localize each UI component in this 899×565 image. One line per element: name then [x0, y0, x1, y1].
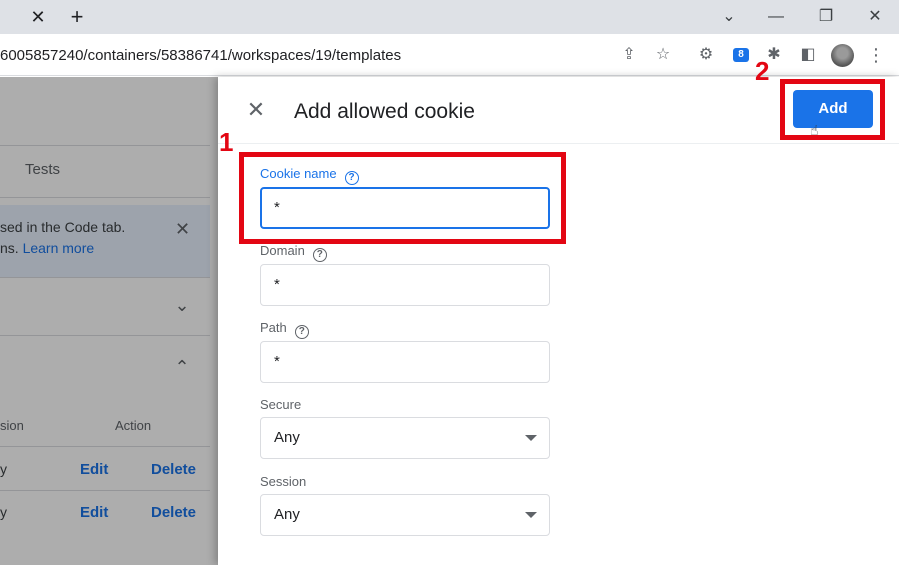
session-select-value: Any [274, 506, 300, 523]
session-select[interactable]: Any [260, 494, 550, 536]
close-tab-icon[interactable]: ✕ [28, 7, 48, 27]
session-label: Session [260, 474, 307, 489]
new-tab-icon[interactable]: + [66, 6, 88, 28]
path-label: Path? [260, 320, 309, 339]
path-input[interactable]: * [260, 341, 550, 383]
highlight-box-add [780, 79, 885, 140]
minimize-icon[interactable]: — [765, 6, 787, 28]
highlight-box-cookie-name [239, 152, 566, 244]
help-icon[interactable]: ? [294, 325, 309, 339]
dropdown-arrow-icon [525, 512, 537, 518]
more-menu-icon[interactable]: ⋮ [866, 44, 886, 66]
step-marker-2: 2 [755, 56, 770, 86]
divider [218, 143, 899, 144]
restore-icon[interactable]: ❐ [815, 6, 837, 28]
modal-scrim[interactable] [0, 77, 218, 565]
sidepanel-icon[interactable]: ◧ [797, 44, 819, 66]
share-icon[interactable]: ⇪ [618, 44, 640, 66]
tab-search-icon[interactable]: ⌄ [718, 6, 740, 28]
secure-select-value: Any [274, 429, 300, 446]
background-page: Tests sed in the Code tab. ns. Learn mor… [0, 77, 218, 565]
domain-label: Domain? [260, 243, 327, 262]
url-text[interactable]: 6005857240/containers/58386741/workspace… [0, 47, 401, 64]
extension-badge-icon[interactable]: 8 [733, 48, 749, 62]
domain-input[interactable]: * [260, 264, 550, 306]
add-cookie-panel: ✕ Add allowed cookie Add ☝ Cookie name? … [218, 77, 899, 565]
dropdown-arrow-icon [525, 435, 537, 441]
panel-title: Add allowed cookie [294, 100, 475, 123]
profile-avatar[interactable] [831, 44, 854, 67]
extension-icon[interactable]: ⚙ [695, 44, 717, 66]
help-icon[interactable]: ? [312, 248, 327, 262]
close-icon[interactable]: ✕ [244, 98, 268, 122]
window-close-icon[interactable]: ✕ [864, 6, 886, 28]
browser-tab-strip: ✕ + ⌄ — ❐ ✕ [0, 0, 899, 34]
secure-select[interactable]: Any [260, 417, 550, 459]
secure-label: Secure [260, 397, 302, 412]
star-icon[interactable]: ☆ [652, 44, 674, 66]
step-marker-1: 1 [219, 127, 234, 157]
